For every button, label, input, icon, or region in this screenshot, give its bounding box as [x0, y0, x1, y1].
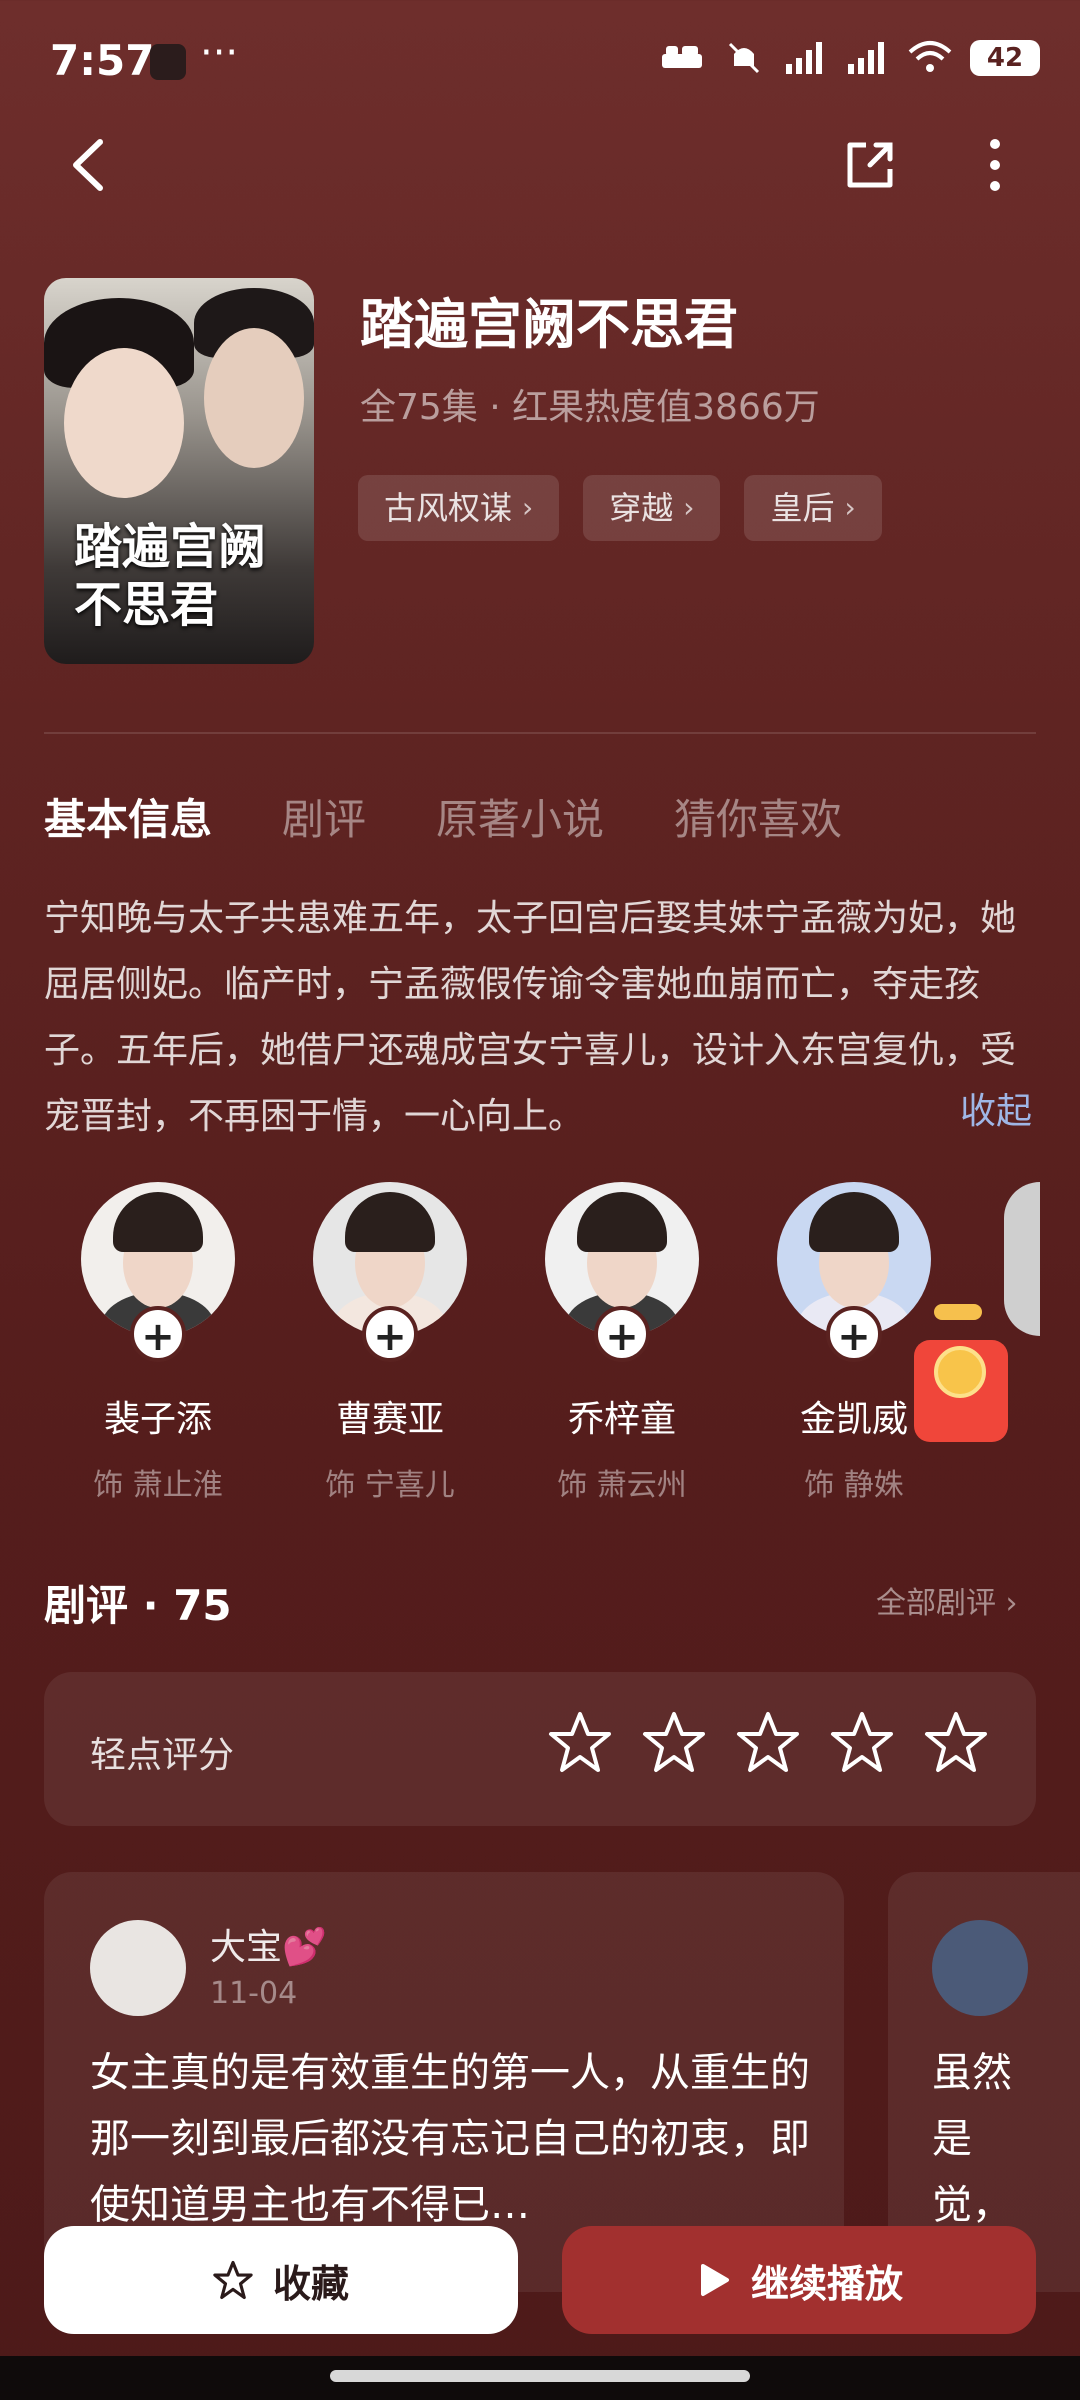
cast-list: + 裴子添 饰 萧止淮 + 曹赛亚 饰 宁喜儿 + 乔梓童 饰 萧云州 + 金凯… — [80, 1182, 932, 1504]
follow-plus-icon[interactable]: + — [826, 1306, 882, 1362]
rating-stars — [548, 1710, 988, 1774]
cast-member[interactable]: + 乔梓童 饰 萧云州 — [544, 1182, 700, 1504]
star-icon[interactable] — [642, 1710, 706, 1774]
review-text: 虽然是觉，剧以放心 — [932, 2050, 1012, 2228]
drama-poster[interactable]: 踏遍宫阙不思君 — [44, 278, 314, 664]
star-icon[interactable] — [736, 1710, 800, 1774]
battery-indicator: 42 — [970, 40, 1040, 76]
chevron-right-icon: › — [1005, 1586, 1018, 1621]
recorder-icon — [150, 44, 186, 80]
avatar — [90, 1920, 186, 2016]
divider — [44, 732, 1036, 734]
home-indicator[interactable] — [330, 2370, 750, 2382]
signal-icon-2 — [848, 42, 884, 74]
tab-reviews[interactable]: 剧评 — [282, 786, 366, 847]
status-icons: 42 — [660, 40, 1040, 76]
tab-recommendations[interactable]: 猜你喜欢 — [674, 786, 842, 847]
synopsis-text: 宁知晚与太子共患难五年，太子回宫后娶其妹宁孟薇为妃，她屈居侧妃。临产时，宁孟薇假… — [44, 898, 1017, 1137]
chevron-right-icon: › — [522, 491, 534, 524]
signal-icon — [786, 42, 822, 74]
tag-chip[interactable]: 皇后 › — [744, 475, 882, 541]
tag-chip[interactable]: 穿越 › — [583, 475, 721, 541]
mute-icon — [728, 42, 760, 74]
drama-meta: 全75集 · 红果热度值3866万 — [360, 387, 820, 428]
cast-member[interactable]: + 曹赛亚 饰 宁喜儿 — [312, 1182, 468, 1504]
follow-plus-icon[interactable]: + — [594, 1306, 650, 1362]
actor-role: 饰 静姝 — [804, 1468, 904, 1503]
drama-title: 踏遍宫阙不思君 — [360, 293, 738, 356]
bed-icon — [662, 46, 702, 68]
avatar — [932, 1920, 1028, 2016]
review-user: 大宝💕 — [210, 1927, 327, 1968]
follow-plus-icon[interactable]: + — [130, 1306, 186, 1362]
actor-name: 金凯威 — [799, 1399, 908, 1440]
back-icon[interactable] — [60, 130, 120, 200]
share-icon[interactable] — [840, 135, 900, 195]
actor-role: 饰 宁喜儿 — [325, 1468, 455, 1503]
actor-name: 曹赛亚 — [335, 1399, 444, 1440]
star-icon[interactable] — [548, 1710, 612, 1774]
tab-bar: 基本信息 剧评 原著小说 猜你喜欢 — [44, 786, 842, 847]
continue-play-button[interactable]: 继续播放 — [562, 2226, 1036, 2334]
follow-plus-icon[interactable]: + — [362, 1306, 418, 1362]
actor-role: 饰 萧云州 — [557, 1468, 687, 1503]
cast-member[interactable]: + 裴子添 饰 萧止淮 — [80, 1182, 236, 1504]
tab-basic-info[interactable]: 基本信息 — [44, 786, 212, 847]
star-outline-icon — [213, 2260, 253, 2300]
actor-name: 乔梓童 — [567, 1399, 676, 1440]
favorite-button[interactable]: 收藏 — [44, 2226, 518, 2334]
review-text: 女主真的是有效重生的第一人，从重生的那一刻到最后都没有忘记自己的初衷，即使知道男… — [90, 2050, 810, 2228]
rating-label: 轻点评分 — [90, 1735, 235, 1776]
chevron-right-icon: › — [844, 491, 856, 524]
poster-title: 踏遍宫阙不思君 — [74, 519, 267, 633]
tag-chip[interactable]: 古风权谋 › — [358, 475, 560, 541]
review-date: 11-04 — [210, 1976, 298, 2011]
actor-role: 饰 萧止淮 — [93, 1468, 223, 1503]
star-icon[interactable] — [830, 1710, 894, 1774]
red-packet-icon[interactable] — [900, 1304, 1016, 1446]
tag-list: 古风权谋 › 穿越 › 皇后 › — [358, 475, 882, 541]
status-time: 7:57 — [50, 36, 155, 85]
chevron-right-icon: › — [683, 491, 695, 524]
more-options-icon[interactable] — [970, 130, 1020, 200]
wifi-icon — [908, 41, 952, 72]
play-icon — [700, 2264, 729, 2296]
all-reviews-link[interactable]: 全部剧评 › — [876, 1578, 1018, 1622]
tab-original-novel[interactable]: 原著小说 — [436, 786, 604, 847]
actor-name: 裴子添 — [103, 1399, 212, 1440]
status-more-dots: ··· — [200, 30, 239, 76]
star-icon[interactable] — [924, 1710, 988, 1774]
reviews-heading: 剧评 · 75 — [44, 1581, 232, 1630]
collapse-link[interactable]: 收起 — [960, 1082, 1032, 1134]
